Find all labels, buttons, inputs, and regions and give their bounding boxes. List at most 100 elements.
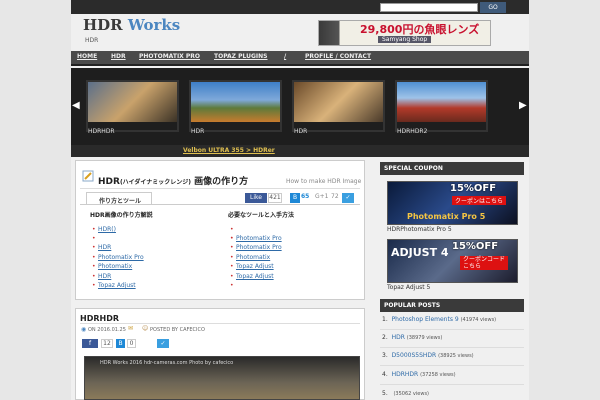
- comment-icon[interactable]: ✉: [128, 325, 133, 332]
- popular-post-item: 5. (35062 views): [382, 390, 429, 397]
- left-item-4[interactable]: Photomatix Pro: [98, 254, 144, 261]
- slide-2[interactable]: [189, 80, 282, 132]
- search-input[interactable]: [380, 3, 478, 12]
- popular-post-item: 1. Photoshop Elements 9 (41974 views): [382, 316, 496, 323]
- coupon-1-off: 15%OFF: [450, 183, 497, 194]
- left-item-1[interactable]: HDR(): [98, 226, 116, 233]
- hatena-count: 65: [301, 193, 310, 200]
- hdr-title-small: (ハイダイナミックレンジ): [119, 179, 191, 186]
- site-logo[interactable]: HDR Works: [83, 16, 180, 34]
- nav-topaz[interactable]: TOPAZ PLUGINS: [214, 53, 268, 60]
- site-tagline: HDR: [85, 37, 99, 44]
- google-plus-button[interactable]: G+1: [315, 193, 329, 200]
- slide-caption-3[interactable]: HDR: [294, 128, 307, 135]
- hatena-bookmark-icon[interactable]: B: [290, 193, 300, 203]
- left-item-3[interactable]: HDR: [98, 244, 111, 251]
- post-image-watermark: HDR Works 2016 hdr-cameras.com Photo by …: [100, 360, 234, 366]
- divider: [380, 347, 524, 348]
- facebook-like-button[interactable]: Like: [245, 193, 267, 203]
- post-author[interactable]: POSTED BY CAFECICO: [150, 327, 205, 333]
- popular-post-link[interactable]: HDR: [392, 334, 405, 341]
- right-item-4[interactable]: Photomatix Pro: [236, 244, 282, 251]
- bullet-icon: •: [230, 263, 234, 270]
- left-item-5[interactable]: Photomatix: [98, 263, 132, 270]
- bullet-icon: •: [92, 235, 96, 242]
- post-title[interactable]: HDRHDR: [80, 314, 119, 323]
- nav-hdr[interactable]: HDR: [111, 53, 126, 60]
- special-coupon-heading: SPECIAL COUPON: [380, 162, 524, 175]
- popular-post-item: 2. HDR (38979 views): [382, 334, 442, 341]
- left-item-7[interactable]: Topaz Adjust: [98, 282, 136, 289]
- popular-post-link[interactable]: HDRHDR: [392, 371, 419, 378]
- bullet-icon: •: [230, 282, 234, 289]
- slider-prev-icon[interactable]: ◀: [72, 100, 80, 111]
- promo-strip-link[interactable]: Velbon ULTRA 355 > HDRer: [183, 147, 275, 154]
- right-item-3[interactable]: Photomatix Pro: [236, 235, 282, 242]
- post-like-count: 12: [101, 339, 113, 348]
- twitter-share-icon[interactable]: ✓: [157, 339, 169, 348]
- post-b-count: 0: [127, 339, 136, 348]
- hdr-title-rest: 画像の作り方: [190, 177, 249, 187]
- post-date: ON 2016.01.25: [88, 327, 126, 333]
- slide-1[interactable]: [86, 80, 179, 132]
- coupon-1-caption[interactable]: HDRPhotomatix Pro 5: [387, 226, 452, 233]
- rank: 4.: [382, 371, 388, 378]
- promo-strip: [71, 145, 529, 157]
- bullet-icon: •: [92, 244, 96, 251]
- nav-profile-contact[interactable]: PROFILE / CONTACT: [305, 53, 371, 60]
- popular-post-link[interactable]: Photoshop Elements 9: [392, 316, 459, 323]
- divider: [380, 384, 524, 385]
- right-item-6[interactable]: Topaz Adjust: [236, 263, 274, 270]
- twitter-icon[interactable]: ✓: [342, 193, 354, 203]
- views: (37258 views): [420, 372, 456, 378]
- left-column-heading: HDR画像の作り方解説: [90, 212, 153, 219]
- rank: 2.: [382, 334, 388, 341]
- facebook-share-icon[interactable]: f: [82, 339, 98, 348]
- coupon-2-caption[interactable]: Topaz Adjust 5: [387, 284, 430, 291]
- slider-next-icon[interactable]: ▶: [519, 100, 527, 111]
- bullet-icon: •: [92, 254, 96, 261]
- slide-3[interactable]: [292, 80, 385, 132]
- coupon-2-off: 15%OFF: [452, 241, 499, 252]
- nav-home[interactable]: HOME: [77, 53, 97, 60]
- popular-posts-heading: POPULAR POSTS: [380, 299, 524, 312]
- search-go-button[interactable]: GO: [480, 2, 506, 13]
- right-item-7[interactable]: Topaz Adjust: [236, 273, 274, 280]
- divider: [380, 365, 524, 366]
- bullet-icon: •: [230, 244, 234, 251]
- slide-4[interactable]: [395, 80, 488, 132]
- tab-underline: [80, 204, 360, 205]
- coupon-2-sub: クーポンコード こちら: [460, 256, 509, 270]
- slide-caption-1[interactable]: HDRHDR: [88, 128, 115, 135]
- divider: [80, 188, 360, 189]
- left-item-6[interactable]: HDR: [98, 273, 111, 280]
- popular-post-link[interactable]: D5000S5SHDR: [392, 352, 437, 359]
- google-plus-count: 72: [331, 193, 339, 200]
- nav-photomatix[interactable]: PHOTOMATIX PRO: [139, 53, 200, 60]
- popular-post-item: 3. D5000S5SHDR (38925 views): [382, 352, 474, 359]
- rank: 5.: [382, 390, 388, 397]
- calendar-icon: ◉: [81, 326, 87, 333]
- hdr-guide-title: HDR(ハイダイナミックレンジ) 画像の作り方: [98, 174, 248, 187]
- hdr-title-main: HDR: [98, 177, 120, 187]
- tab-tools[interactable]: 作り方とツール: [86, 192, 152, 205]
- bullet-icon: •: [230, 235, 234, 242]
- views: (41974 views): [460, 317, 497, 323]
- views: (38979 views): [406, 335, 443, 341]
- hdr-guide-subtitle: How to make HDR Image: [286, 178, 362, 185]
- bullet-icon: •: [92, 282, 96, 289]
- right-item-5[interactable]: Photomatix: [236, 254, 270, 261]
- hatena-share-icon[interactable]: B: [116, 339, 125, 348]
- coupon-1-sub: クーポンはこちら: [452, 196, 507, 205]
- right-column-heading: 必要なツールと入手方法: [228, 212, 295, 219]
- slide-caption-4[interactable]: HDRHDR2: [397, 128, 427, 135]
- rank: 3.: [382, 352, 388, 359]
- nav-slash[interactable]: /: [284, 53, 286, 60]
- views: (35062 views): [393, 391, 429, 397]
- slide-caption-2[interactable]: HDR: [191, 128, 204, 135]
- popular-post-item: 4. HDRHDR (37258 views): [382, 371, 456, 378]
- pencil-icon: [82, 170, 94, 182]
- logo-text-a: HDR: [83, 16, 123, 34]
- divider: [380, 329, 524, 330]
- divider: [80, 323, 360, 324]
